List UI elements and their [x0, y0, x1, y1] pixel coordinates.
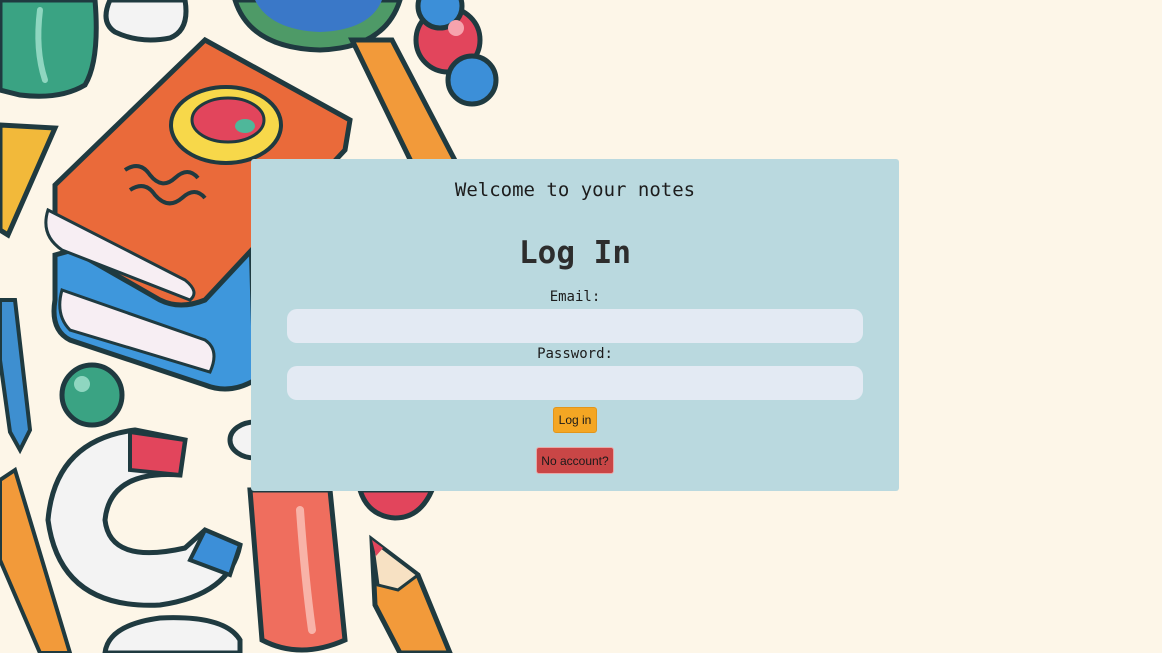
magnet-icon — [45, 427, 243, 608]
password-field[interactable] — [287, 366, 863, 400]
page-title: Log In — [519, 235, 631, 271]
email-field[interactable] — [287, 309, 863, 343]
beaker-icon — [103, 0, 189, 43]
pencil-icon — [369, 534, 453, 653]
login-button[interactable]: Log in — [553, 407, 597, 433]
welcome-text: Welcome to your notes — [454, 179, 696, 201]
login-card: Welcome to your notes Log In Email: Pass… — [251, 159, 899, 491]
molecule-icon — [413, 0, 499, 107]
red-ball-icon — [356, 487, 436, 521]
green-bottle-icon — [0, 0, 99, 99]
green-ball-icon — [59, 362, 125, 428]
password-label: Password: — [537, 346, 613, 362]
email-label: Email: — [549, 289, 601, 305]
no-account-button[interactable]: No account? — [536, 447, 614, 474]
pen-icon — [0, 298, 33, 455]
bottom-beaker-icon — [102, 615, 243, 653]
